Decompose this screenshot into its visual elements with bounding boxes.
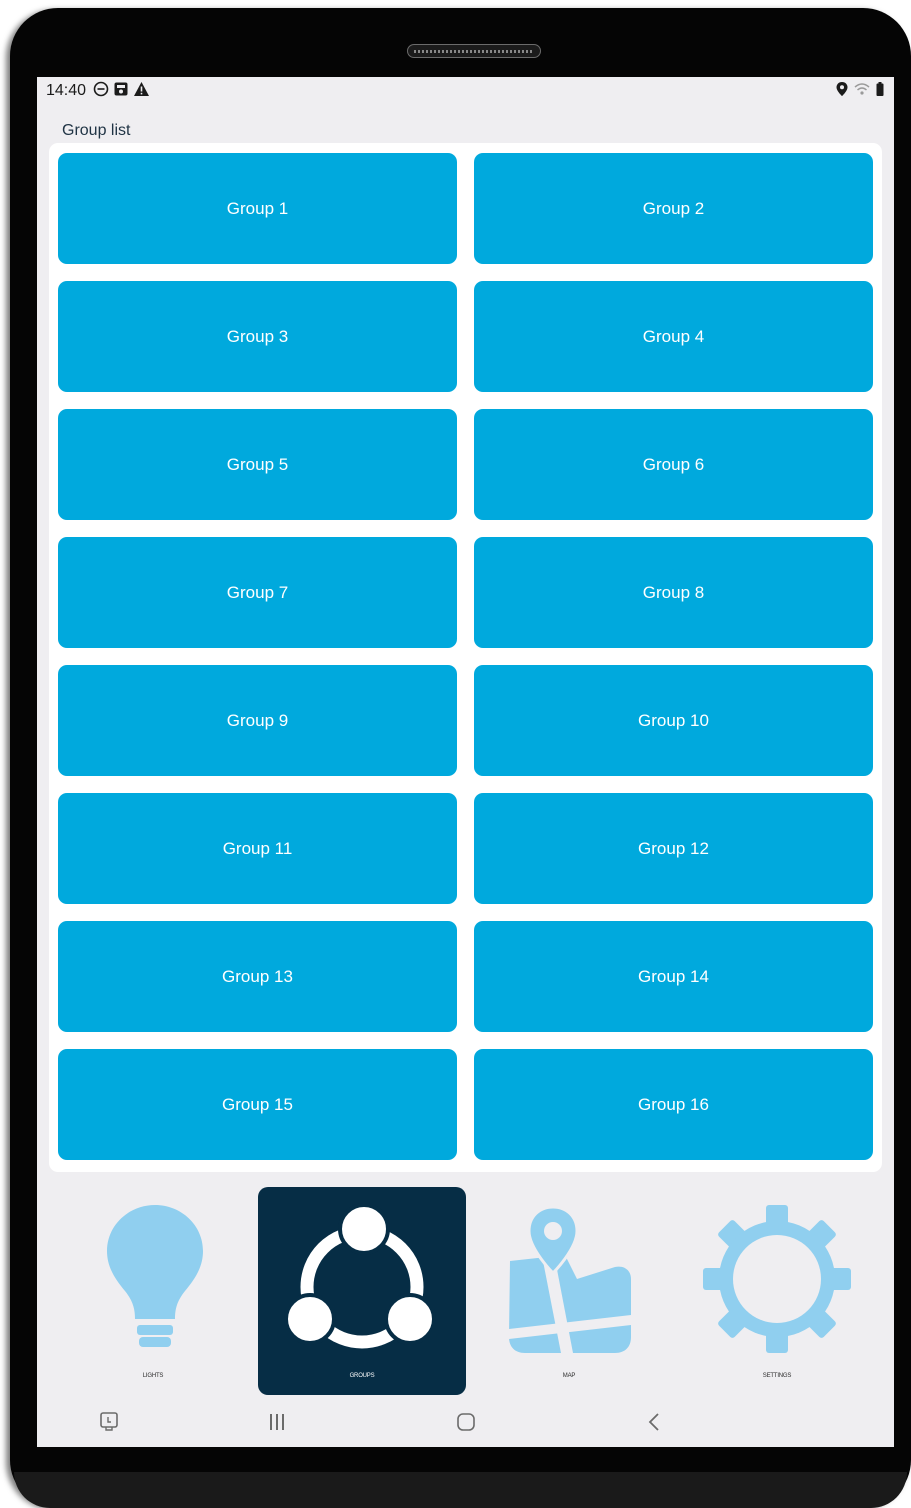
nav-item-groups[interactable]: GROUPS <box>258 1187 466 1395</box>
group-button[interactable]: Group 13 <box>58 921 457 1032</box>
nav-item-settings[interactable]: SETTINGS <box>673 1187 881 1395</box>
system-nav-bar <box>37 1399 894 1447</box>
bottom-nav: LIGHTS GROUPS MAP SETTINGS <box>37 1187 894 1399</box>
group-list-card: Group 1 Group 2 Group 3 Group 4 Group 5 … <box>49 143 882 1172</box>
group-button[interactable]: Group 16 <box>474 1049 873 1160</box>
group-button[interactable]: Group 7 <box>58 537 457 648</box>
group-button[interactable]: Group 12 <box>474 793 873 904</box>
page-title: Group list <box>62 122 131 139</box>
group-button[interactable]: Group 8 <box>474 537 873 648</box>
device-bottom-edge <box>14 1472 907 1508</box>
nav-label-groups: GROUPS <box>349 1373 375 1379</box>
group-grid: Group 1 Group 2 Group 3 Group 4 Group 5 … <box>58 153 873 1160</box>
location-icon <box>836 82 848 96</box>
warning-icon <box>134 82 149 96</box>
gear-icon <box>703 1205 851 1353</box>
nav-label-lights: LIGHTS <box>142 1373 164 1379</box>
group-button[interactable]: Group 9 <box>58 665 457 776</box>
status-time: 14:40 <box>46 82 87 99</box>
group-button[interactable]: Group 4 <box>474 281 873 392</box>
nav-item-lights[interactable]: LIGHTS <box>49 1187 257 1395</box>
lightbulb-icon <box>107 1205 203 1347</box>
screenshot-icon <box>114 82 128 96</box>
group-button[interactable]: Group 15 <box>58 1049 457 1160</box>
home-icon[interactable] <box>456 1412 476 1432</box>
speaker-grille <box>407 44 541 58</box>
group-button[interactable]: Group 11 <box>58 793 457 904</box>
nav-item-map[interactable]: MAP <box>465 1187 673 1395</box>
nav-label-settings: SETTINGS <box>762 1373 792 1379</box>
group-button[interactable]: Group 14 <box>474 921 873 1032</box>
dnd-icon <box>93 81 109 97</box>
status-bar: 14:40 <box>37 77 894 107</box>
nav-label-map: MAP <box>562 1373 576 1379</box>
groups-icon <box>284 1203 436 1349</box>
group-button[interactable]: Group 1 <box>58 153 457 264</box>
wifi-icon <box>854 83 870 95</box>
group-button[interactable]: Group 2 <box>474 153 873 264</box>
recents-icon[interactable] <box>269 1413 285 1431</box>
battery-icon <box>876 82 884 96</box>
group-button[interactable]: Group 6 <box>474 409 873 520</box>
back-icon[interactable] <box>647 1412 661 1432</box>
group-button[interactable]: Group 5 <box>58 409 457 520</box>
group-button[interactable]: Group 3 <box>58 281 457 392</box>
group-button[interactable]: Group 10 <box>474 665 873 776</box>
screen: 14:40 Group list Group 1 Group 2 Group 3… <box>37 77 894 1447</box>
recent-screenshot-icon[interactable] <box>99 1411 119 1431</box>
map-icon <box>509 1205 631 1353</box>
